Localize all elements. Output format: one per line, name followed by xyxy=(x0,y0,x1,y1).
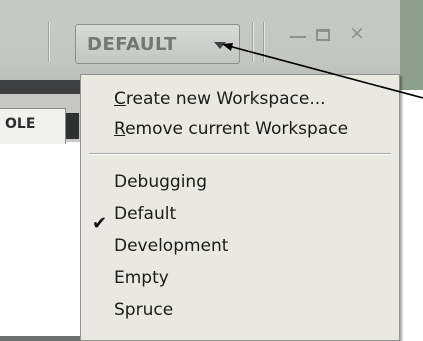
tab-close-area[interactable] xyxy=(66,113,79,139)
minimize-icon[interactable] xyxy=(290,36,306,38)
menu-item-workspace-default[interactable]: Default xyxy=(114,199,176,229)
toolbar-separator xyxy=(252,22,254,62)
mnemonic-letter: C xyxy=(114,89,126,109)
toolbar-separator xyxy=(48,22,50,62)
menu-item-workspace-spruce[interactable]: Spruce xyxy=(114,295,173,325)
workspace-switcher-button[interactable]: DEFAULT xyxy=(75,24,240,64)
close-icon[interactable]: × xyxy=(349,22,365,44)
tab-console[interactable]: OLE xyxy=(0,108,66,144)
menu-item-create-workspace[interactable]: Create new Workspace... xyxy=(114,84,326,114)
menu-item-label: emove current Workspace xyxy=(125,119,349,139)
chevron-down-icon xyxy=(214,42,226,49)
menu-item-label: reate new Workspace... xyxy=(125,89,326,109)
workspace-dropdown-menu: Create new Workspace... Remove current W… xyxy=(80,74,400,341)
maximize-icon[interactable] xyxy=(316,29,330,41)
workspace-switcher-label: DEFAULT xyxy=(87,34,177,55)
checkmark-icon: ✔ xyxy=(92,213,108,234)
window-title-bar: DEFAULT × xyxy=(0,0,400,80)
panel-content xyxy=(0,144,80,341)
status-divider xyxy=(0,336,80,341)
toolbar-separator xyxy=(263,22,265,62)
menu-item-workspace-empty[interactable]: Empty xyxy=(114,263,169,293)
panel-header-bar xyxy=(0,80,80,94)
tab-console-label: OLE xyxy=(5,116,36,132)
menu-item-workspace-debugging[interactable]: Debugging xyxy=(114,167,207,197)
background-area xyxy=(400,90,423,341)
menu-item-workspace-development[interactable]: Development xyxy=(114,231,228,261)
window-edge-strip xyxy=(400,0,423,90)
mnemonic-letter: R xyxy=(114,119,126,139)
menu-item-remove-workspace[interactable]: Remove current Workspace xyxy=(114,114,348,144)
menu-divider xyxy=(89,153,391,155)
